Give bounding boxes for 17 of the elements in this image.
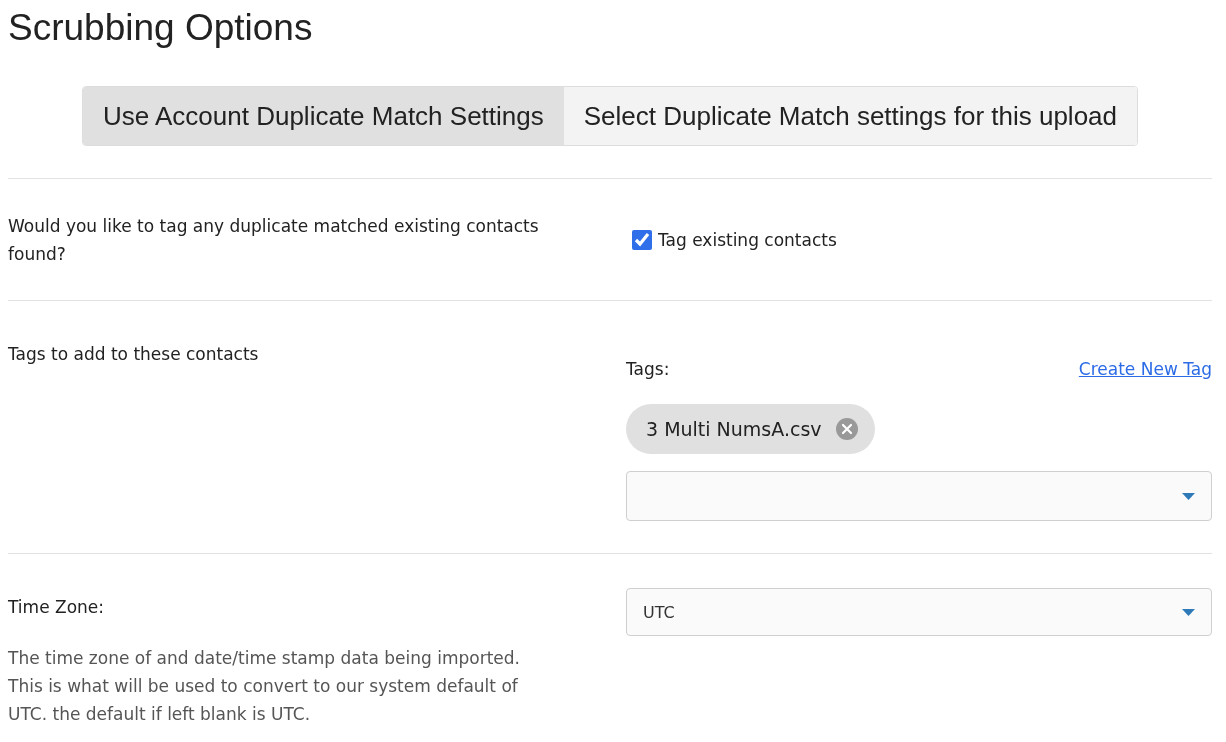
checkbox-label[interactable]: Tag existing contacts bbox=[658, 226, 837, 254]
match-mode-tab[interactable]: Select Duplicate Match settings for this upload bbox=[563, 87, 1138, 145]
close-icon[interactable] bbox=[835, 418, 858, 440]
field-label: Time Zone: bbox=[8, 596, 104, 619]
field-label: Tags: bbox=[626, 358, 670, 381]
match-mode-tab[interactable]: Use Account Duplicate Match Settings bbox=[82, 87, 564, 145]
page-title: Scrubbing Options bbox=[8, 6, 313, 50]
section-question: Would you like to tag any duplicate matched existing contacts found? bbox=[8, 215, 540, 266]
checkbox[interactable] bbox=[632, 230, 652, 250]
create-tag-link[interactable]: Create New Tag bbox=[1078, 355, 1212, 383]
caret-icon bbox=[1182, 492, 1195, 500]
field-description: The time zone of and date/time stamp data being imported. This is what will be used to convert to our system default of UTC. the default if left blank is UTC. bbox=[8, 647, 521, 726]
tag-select-field[interactable] bbox=[626, 471, 1212, 521]
section-label: Tags to add to these contacts bbox=[8, 343, 259, 366]
timezone-select[interactable]: UTC bbox=[626, 588, 1212, 636]
tag-label: 3 Multi NumsA.csv bbox=[646, 418, 822, 440]
caret-icon bbox=[1182, 608, 1195, 616]
